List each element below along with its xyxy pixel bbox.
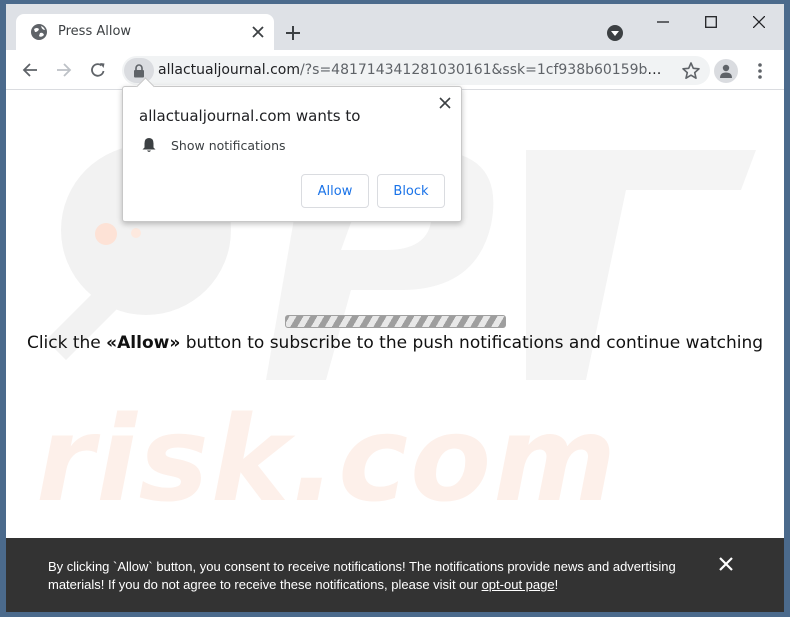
popup-title: allactualjournal.com wants to	[139, 107, 361, 125]
url-path: /?s=481714341281030161&ssk=1cf938b60159b…	[300, 62, 668, 78]
globe-icon	[31, 24, 47, 40]
popup-close-icon[interactable]	[437, 95, 453, 111]
msg-suffix: button to subscribe to the push notifica…	[180, 333, 764, 353]
arrow-left-icon	[22, 63, 37, 77]
msg-prefix: Click the	[26, 333, 107, 353]
minimize-icon	[657, 21, 669, 23]
consent-message: By clicking `Allow` button, you consent …	[48, 559, 676, 592]
msg-allow-bold: «Allow»	[106, 333, 181, 353]
permission-text: Show notifications	[171, 138, 286, 153]
forward-button[interactable]	[52, 58, 76, 82]
kebab-menu-icon	[758, 63, 762, 79]
close-window-button[interactable]	[744, 10, 774, 34]
consent-end: !	[554, 577, 559, 592]
tab-close-button[interactable]	[248, 22, 268, 42]
site-info-button[interactable]	[124, 58, 154, 83]
toolbar: allactualjournal.com/?s=4817143412810301…	[6, 50, 784, 90]
main-message: Click the «Allow» button to subscribe to…	[6, 333, 784, 353]
reload-button[interactable]	[86, 58, 110, 82]
tab-search-button[interactable]	[606, 24, 624, 42]
consent-banner: By clicking `Allow` button, you consent …	[6, 538, 784, 612]
lock-icon	[134, 63, 144, 77]
tab-title: Press Allow	[58, 24, 132, 39]
reload-icon	[91, 63, 105, 77]
opt-out-link[interactable]: opt-out page	[482, 577, 555, 592]
maximize-icon	[705, 16, 717, 28]
close-icon	[252, 26, 264, 38]
new-tab-button[interactable]	[282, 22, 304, 44]
star-icon[interactable]	[681, 61, 701, 81]
minimize-button[interactable]	[648, 10, 678, 34]
url-text[interactable]: allactualjournal.com/?s=4817143412810301…	[158, 62, 668, 78]
allow-button[interactable]: Allow	[301, 174, 369, 208]
person-icon	[720, 64, 732, 78]
loading-progress-bar	[285, 315, 506, 328]
banner-close-icon[interactable]	[718, 556, 734, 572]
plus-icon	[286, 26, 300, 40]
url-domain: allactualjournal.com	[158, 62, 300, 78]
profile-button[interactable]	[714, 59, 738, 83]
arrow-right-icon	[57, 63, 72, 77]
tab-strip: Press Allow	[6, 4, 784, 50]
watermark-text: risk.com	[36, 390, 619, 528]
notification-permission-popup: allactualjournal.com wants to Show notif…	[122, 86, 462, 222]
consent-text: By clicking `Allow` button, you consent …	[48, 558, 688, 594]
close-icon	[753, 16, 765, 28]
bell-icon	[142, 138, 156, 152]
block-button[interactable]: Block	[377, 174, 445, 208]
browser-window: Press Allow allactualjournal.com/?s=4817…	[6, 4, 784, 612]
address-bar[interactable]: allactualjournal.com/?s=4817143412810301…	[122, 56, 710, 85]
menu-button[interactable]	[750, 59, 770, 83]
tab-press-allow[interactable]: Press Allow	[16, 14, 274, 50]
back-button[interactable]	[18, 58, 42, 82]
maximize-button[interactable]	[696, 10, 726, 34]
